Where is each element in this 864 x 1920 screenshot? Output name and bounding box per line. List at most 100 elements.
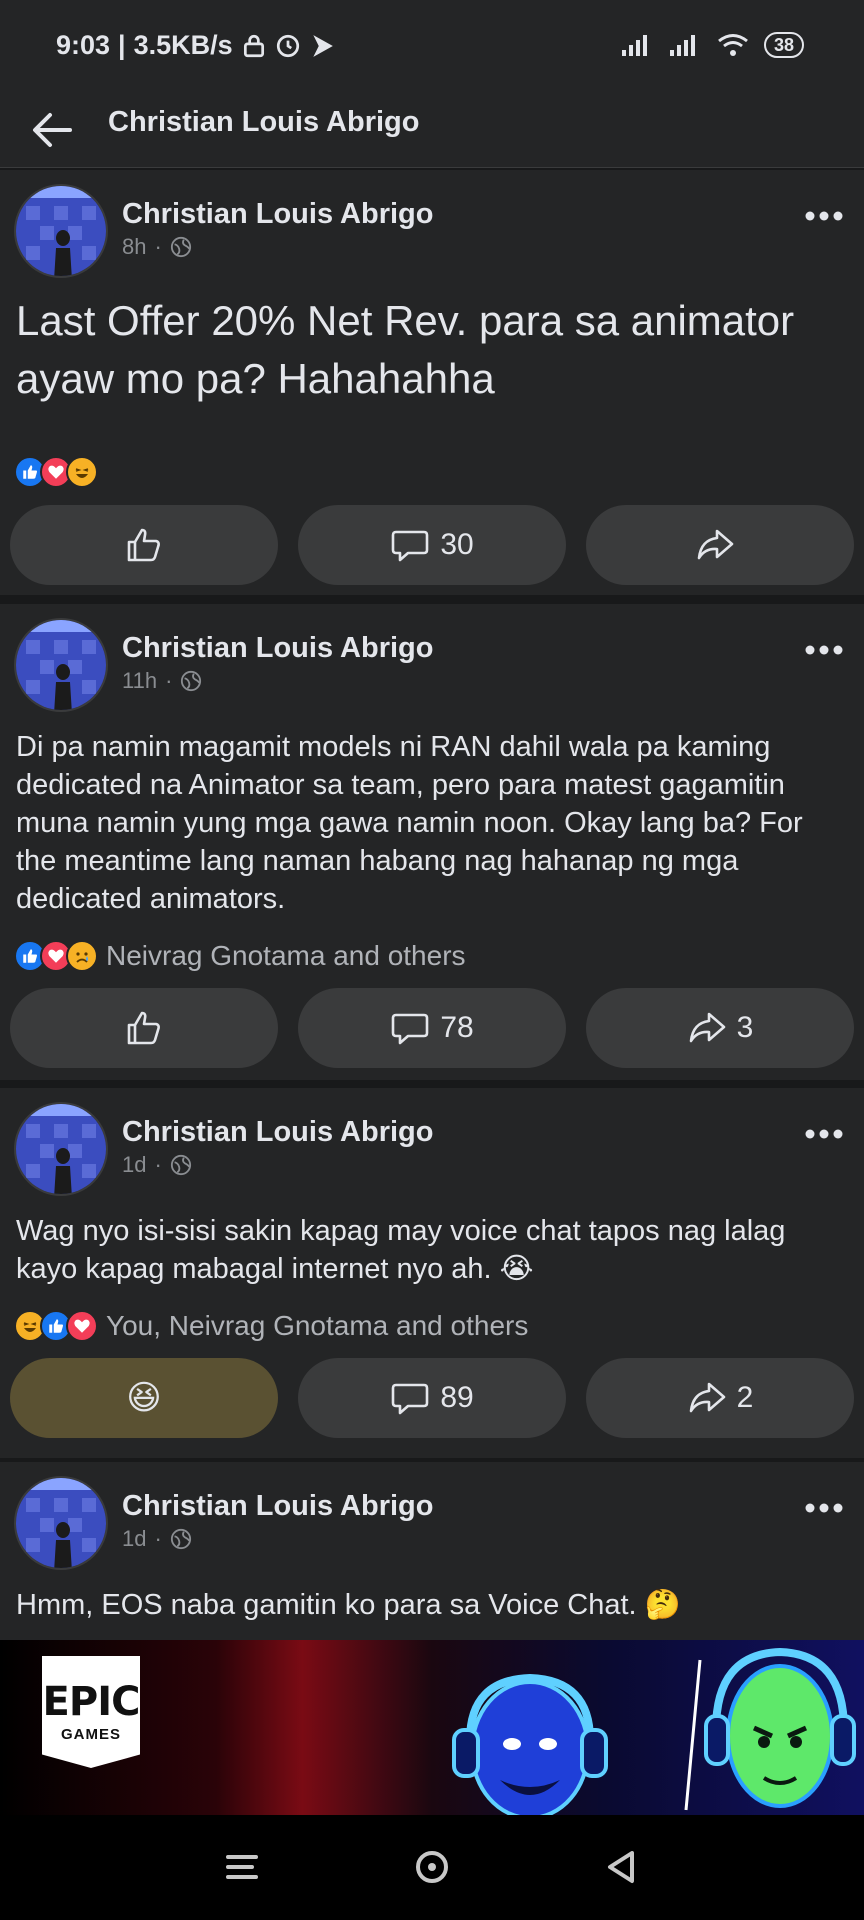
post-text: Wag nyo isi-sisi sakin kapag may voice c… [16, 1215, 786, 1285]
comment-button[interactable]: 89 [298, 1358, 566, 1438]
globe-icon [170, 236, 191, 258]
avatar-image [16, 186, 106, 276]
meta-dot: · [165, 668, 173, 693]
post-text: Di pa namin magamit models ni RAN dahil … [16, 731, 803, 915]
comment-icon [392, 1383, 429, 1415]
more-options-icon[interactable] [804, 1128, 844, 1140]
post-card: Christian Louis Abrigo 8h · Last Offer 2… [0, 170, 864, 595]
wifi-icon [718, 34, 748, 56]
like-button[interactable] [10, 505, 278, 585]
post-text: Last Offer 20% Net Rev. para sa animator… [16, 297, 795, 402]
globe-icon [181, 670, 202, 692]
epic-games-logo: EPIC GAMES [42, 1656, 140, 1768]
avatar-image [16, 1478, 106, 1568]
share-button[interactable] [586, 505, 854, 585]
back-arrow-icon[interactable] [30, 110, 74, 150]
logo-line2: GAMES [60, 1725, 121, 1743]
like-button[interactable]: 😆 [10, 1358, 278, 1438]
post-actions: 78 3 [10, 988, 854, 1068]
post-card: Christian Louis Abrigo 1d · Wag nyo isi-… [0, 1088, 864, 1458]
haha-reaction-icon [66, 456, 98, 488]
reaction-label: Neivrag Gnotama and others [106, 940, 466, 971]
post-meta: 8h · [122, 234, 192, 260]
share-count: 2 [736, 1381, 754, 1414]
meta-dot: · [154, 234, 162, 259]
battery-icon: 38 [763, 32, 804, 58]
status-net-speed: 3.5KB/s [133, 30, 233, 60]
share-button[interactable]: 3 [586, 988, 854, 1068]
home-icon[interactable] [410, 1845, 454, 1889]
clock-icon [276, 34, 299, 57]
reaction-summary[interactable] [14, 456, 106, 488]
more-options-icon[interactable] [804, 644, 844, 656]
share-icon [689, 1012, 725, 1043]
post-time: 8h [122, 234, 147, 259]
share-icon [689, 1382, 725, 1413]
status-bar: 9:03 | 3.5KB/s 38 [0, 0, 864, 92]
reaction-summary[interactable]: Neivrag Gnotama and others [14, 940, 466, 972]
post-text: Hmm, EOS naba gamitin ko para sa Voice C… [16, 1589, 681, 1621]
signal-icon [669, 35, 695, 56]
comment-icon [392, 530, 429, 562]
haha-reaction-icon: 😆 [126, 1379, 162, 1417]
share-count: 3 [736, 1011, 754, 1044]
love-reaction-icon [66, 1310, 98, 1342]
more-options-icon[interactable] [804, 210, 844, 222]
post-meta: 1d · [122, 1152, 192, 1178]
comment-count: 30 [440, 528, 474, 561]
post-author[interactable]: Christian Louis Abrigo [122, 1116, 433, 1149]
avatar[interactable] [14, 1102, 108, 1196]
character-illustration [684, 1647, 856, 1811]
avatar[interactable] [14, 1476, 108, 1570]
back-icon[interactable] [600, 1845, 644, 1889]
post-meta: 1d · [122, 1526, 192, 1552]
post-card: Christian Louis Abrigo 1d · Hmm, EOS nab… [0, 1462, 864, 1640]
status-right: 38 [620, 32, 804, 58]
character-illustration [452, 1673, 608, 1815]
status-left: 9:03 | 3.5KB/s [56, 30, 335, 61]
avatar[interactable] [14, 184, 108, 278]
avatar-image [16, 1104, 106, 1194]
post-author[interactable]: Christian Louis Abrigo [122, 1490, 433, 1523]
post-actions: 30 [10, 505, 854, 585]
comment-count: 78 [440, 1011, 474, 1044]
comment-count: 89 [440, 1381, 474, 1414]
system-nav-bar [0, 1815, 864, 1920]
post-time: 11h [122, 668, 158, 693]
reaction-label: You, Neivrag Gnotama and others [106, 1310, 529, 1341]
menu-icon[interactable] [220, 1845, 264, 1889]
post-author[interactable]: Christian Louis Abrigo [122, 198, 433, 231]
comment-icon [392, 1013, 429, 1045]
ad-banner[interactable]: EPIC GAMES [0, 1640, 864, 1815]
post-meta: 11h · [122, 668, 202, 694]
page-title: Christian Louis Abrigo [108, 106, 420, 138]
logo-line1: EPIC [42, 1678, 140, 1725]
meta-dot: · [154, 1526, 162, 1551]
share-icon [697, 529, 734, 560]
signal-icon [621, 35, 647, 56]
like-button[interactable] [10, 988, 278, 1068]
avatar-image [16, 620, 106, 710]
app-bar: Christian Louis Abrigo [0, 92, 864, 168]
post-time: 1d [122, 1526, 147, 1551]
avatar[interactable] [14, 618, 108, 712]
post-time: 1d [122, 1152, 147, 1177]
meta-dot: · [154, 1152, 162, 1177]
reaction-summary[interactable]: You, Neivrag Gnotama and others [14, 1310, 528, 1342]
lock-icon [243, 34, 264, 57]
more-options-icon[interactable] [804, 1502, 844, 1514]
post-card: Christian Louis Abrigo 11h · Di pa namin… [0, 604, 864, 1080]
status-time: 9:03 [56, 30, 111, 60]
globe-icon [170, 1154, 191, 1176]
status-separator: | [118, 30, 126, 60]
comment-button[interactable]: 78 [298, 988, 566, 1068]
post-author[interactable]: Christian Louis Abrigo [122, 632, 433, 665]
globe-icon [170, 1528, 191, 1550]
share-button[interactable]: 2 [586, 1358, 854, 1438]
comment-button[interactable]: 30 [298, 505, 566, 585]
sad-reaction-icon [66, 940, 98, 972]
post-actions: 😆 89 2 [10, 1358, 854, 1438]
thumbs-up-icon [127, 1011, 160, 1045]
thumbs-up-icon [127, 528, 160, 562]
play-icon [313, 34, 333, 57]
